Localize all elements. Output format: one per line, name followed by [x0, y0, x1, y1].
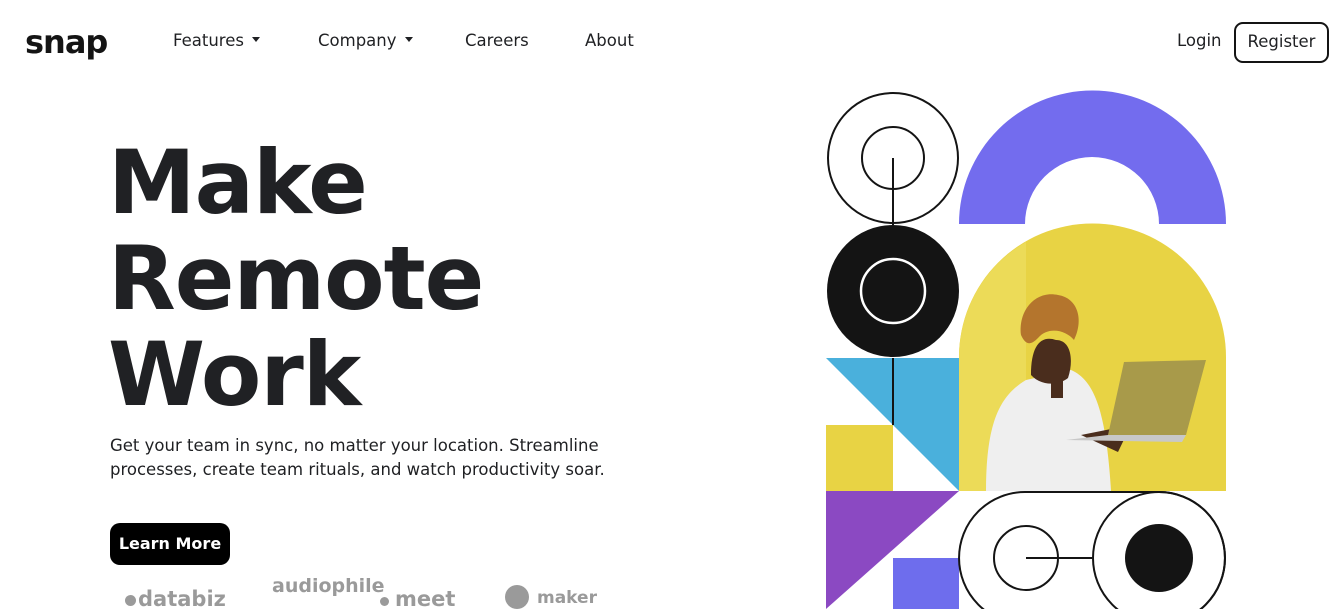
hero-description: Get your team in sync, no matter your lo… — [110, 436, 605, 479]
hero-title: Make Remote Work — [108, 131, 484, 426]
black-circle — [827, 225, 959, 357]
client-name: meet — [395, 587, 456, 609]
pill-with-circles — [958, 491, 1226, 609]
maker-circle-icon — [505, 585, 529, 609]
hero-title-line: Make — [108, 131, 368, 234]
databiz-logo: databiz — [125, 584, 226, 609]
register-button[interactable]: Register — [1234, 22, 1329, 63]
nav-company[interactable]: Company — [318, 30, 413, 52]
nav-about[interactable]: About — [585, 30, 634, 52]
audiophile-logo: audiophile — [272, 577, 385, 596]
meet-dot-icon — [380, 597, 389, 606]
purple-arch-shape — [959, 90, 1226, 224]
yellow-square — [826, 425, 893, 491]
maker-logo: maker — [505, 584, 597, 609]
nav-features-label: Features — [173, 31, 244, 50]
light-blue-square — [893, 558, 959, 609]
login-link[interactable]: Login — [1177, 30, 1222, 52]
nav-company-label: Company — [318, 31, 397, 50]
concentric-circle-top — [827, 92, 959, 225]
hero-title-line: Work — [108, 323, 361, 426]
nav-careers[interactable]: Careers — [465, 30, 529, 52]
learn-more-button[interactable]: Learn More — [110, 523, 230, 565]
chevron-down-icon — [251, 37, 260, 42]
hero-illustration — [826, 90, 1226, 609]
person-with-laptop-photo — [959, 223, 1226, 491]
client-name: databiz — [138, 587, 226, 609]
hero-title-line: Remote — [108, 227, 484, 330]
nav-features[interactable]: Features — [173, 30, 260, 52]
client-name: maker — [537, 588, 597, 608]
client-name: audiophile — [272, 575, 385, 597]
chevron-down-icon — [404, 37, 413, 42]
hero-illustration-svg — [826, 90, 1226, 609]
brand-logo[interactable]: snap — [25, 22, 108, 62]
meet-logo: meet — [380, 584, 455, 609]
databiz-dot-icon — [125, 595, 136, 606]
